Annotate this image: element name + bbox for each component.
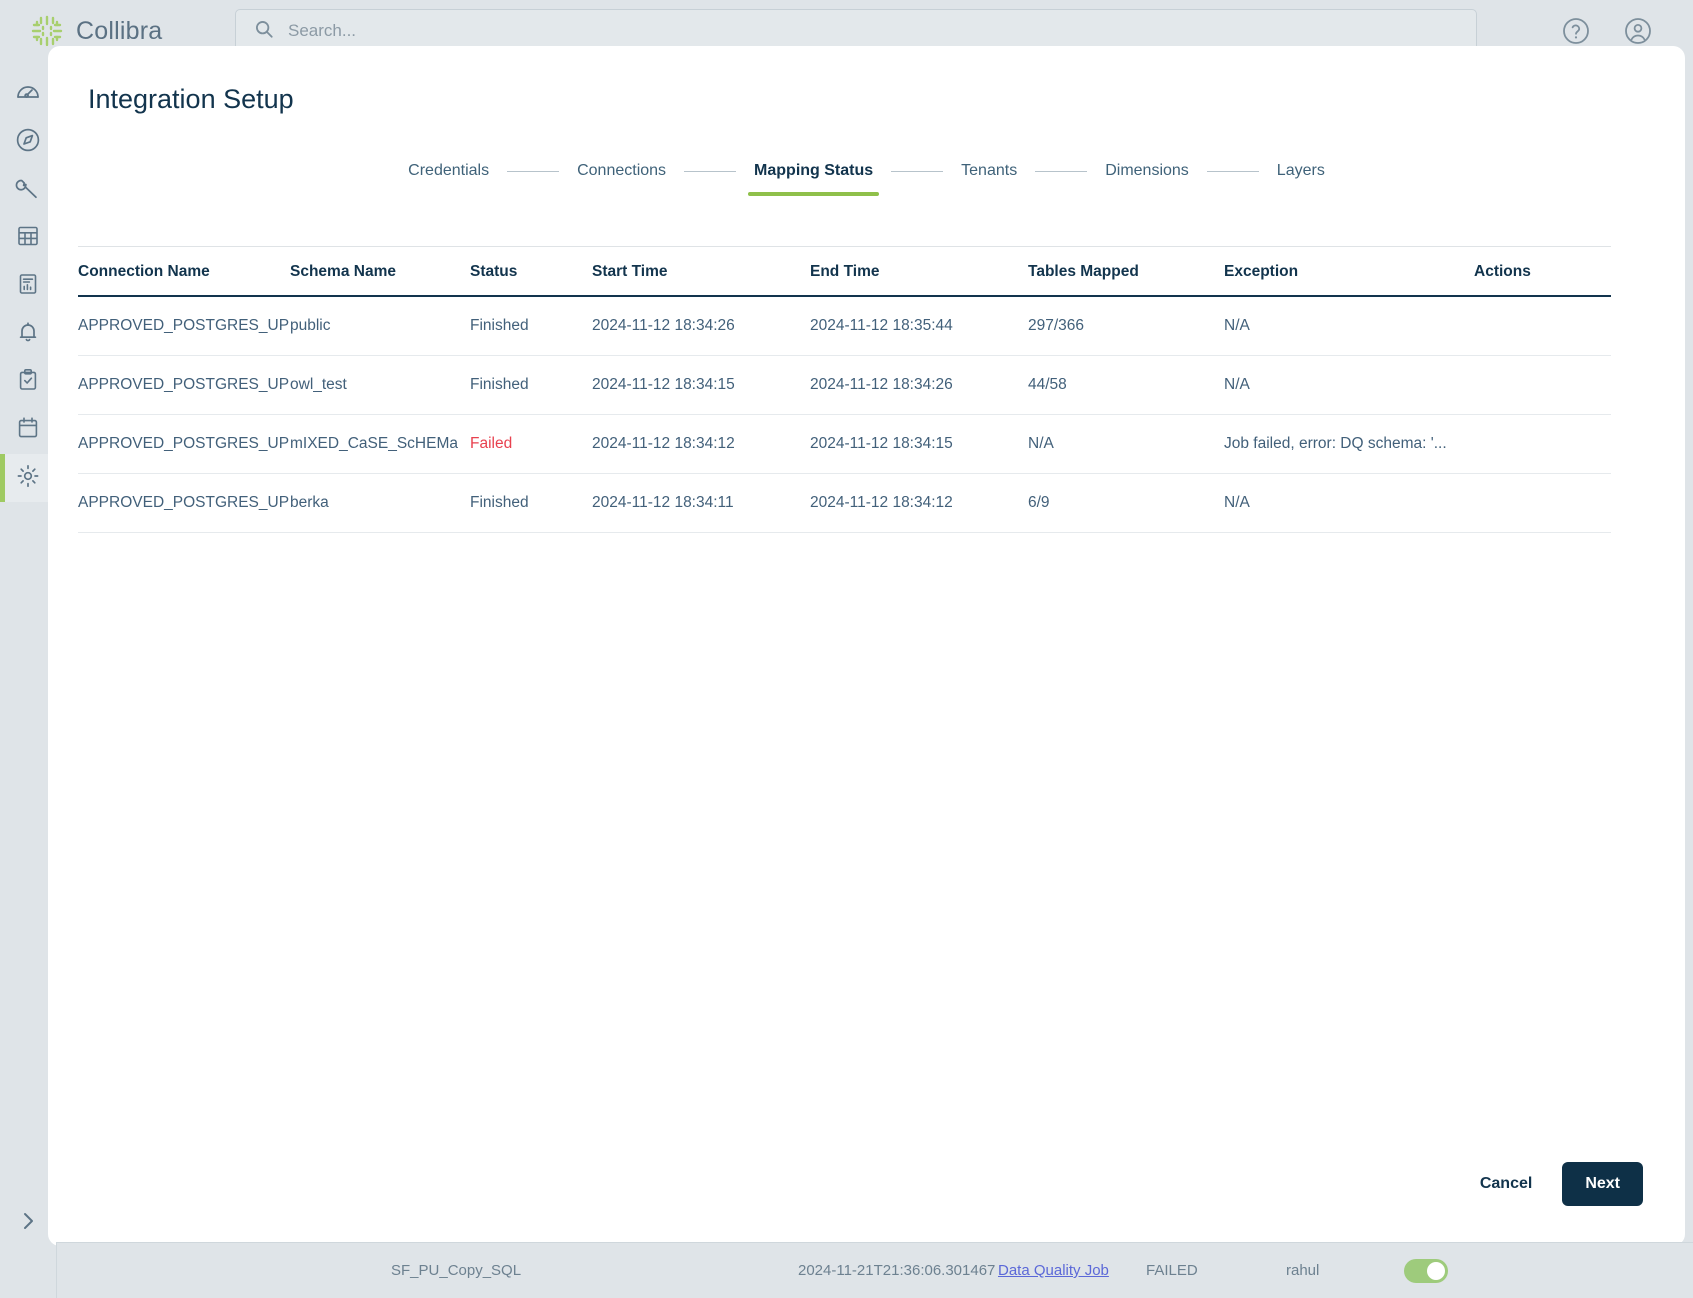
cell-end-time: 2024-11-12 18:34:26 xyxy=(810,356,1028,415)
grid-table-icon xyxy=(15,223,41,254)
wrench-icon xyxy=(15,175,41,206)
cell-start-time: 2024-11-12 18:34:26 xyxy=(592,296,810,356)
cell-status: Finished xyxy=(470,474,592,533)
clipboard-check-icon xyxy=(15,367,41,398)
table-body: APPROVED_POSTGRES_UP public Finished 202… xyxy=(78,296,1611,533)
col-exception[interactable]: Exception xyxy=(1224,247,1474,297)
cell-schema-name: berka xyxy=(290,474,470,533)
tab-credentials[interactable]: Credentials xyxy=(406,158,491,184)
tab-dimensions[interactable]: Dimensions xyxy=(1103,158,1191,184)
mapping-status-table: Connection Name Schema Name Status Start… xyxy=(78,246,1611,533)
cell-status: Failed xyxy=(470,415,592,474)
cell-end-time: 2024-11-12 18:34:15 xyxy=(810,415,1028,474)
col-actions: Actions xyxy=(1474,247,1611,297)
cell-exception: Job failed, error: DQ schema: '... xyxy=(1224,415,1474,474)
status-toggle[interactable] xyxy=(1404,1259,1448,1283)
cell-connection-name: APPROVED_POSTGRES_UP xyxy=(78,296,290,356)
step-navigation: Credentials Connections Mapping Status T… xyxy=(48,158,1685,184)
table-header-row: Connection Name Schema Name Status Start… xyxy=(78,247,1611,297)
cell-schema-name: public xyxy=(290,296,470,356)
status-badge: FAILED xyxy=(1146,1262,1198,1279)
next-button[interactable]: Next xyxy=(1562,1162,1643,1206)
status-job-link[interactable]: Data Quality Job xyxy=(998,1262,1109,1279)
tab-connections[interactable]: Connections xyxy=(575,158,668,184)
table-header: Connection Name Schema Name Status Start… xyxy=(78,247,1611,297)
cell-exception: N/A xyxy=(1224,356,1474,415)
cancel-button[interactable]: Cancel xyxy=(1480,1175,1532,1193)
cell-exception: N/A xyxy=(1224,296,1474,356)
bell-icon xyxy=(15,319,41,350)
cell-schema-name: owl_test xyxy=(290,356,470,415)
cell-tables-mapped: N/A xyxy=(1028,415,1224,474)
col-status[interactable]: Status xyxy=(470,247,592,297)
search-icon xyxy=(254,19,274,44)
table-row[interactable]: APPROVED_POSTGRES_UP berka Finished 2024… xyxy=(78,474,1611,533)
cell-start-time: 2024-11-12 18:34:15 xyxy=(592,356,810,415)
status-timestamp: 2024-11-21T21:36:06.301467 xyxy=(798,1262,995,1279)
col-tables-mapped[interactable]: Tables Mapped xyxy=(1028,247,1224,297)
cell-actions[interactable] xyxy=(1474,356,1611,415)
cell-actions[interactable] xyxy=(1474,296,1611,356)
page-title: Integration Setup xyxy=(88,84,294,115)
tab-mapping-status[interactable]: Mapping Status xyxy=(752,158,875,184)
step-connector xyxy=(684,171,736,172)
status-job-name: SF_PU_Copy_SQL xyxy=(391,1262,521,1279)
cell-connection-name: APPROVED_POSTGRES_UP xyxy=(78,474,290,533)
status-bar: SF_PU_Copy_SQL 2024-11-21T21:36:06.30146… xyxy=(56,1242,1693,1298)
status-bar-divider xyxy=(56,1243,57,1298)
step-connector xyxy=(507,171,559,172)
status-user: rahul xyxy=(1286,1262,1319,1279)
integration-setup-dialog: Integration Setup Credentials Connection… xyxy=(48,46,1685,1246)
col-connection-name[interactable]: Connection Name xyxy=(78,247,290,297)
dialog-actions: Cancel Next xyxy=(1480,1162,1643,1206)
cell-status: Finished xyxy=(470,296,592,356)
cell-tables-mapped: 44/58 xyxy=(1028,356,1224,415)
search-input[interactable]: Search... xyxy=(288,21,356,41)
tab-tenants[interactable]: Tenants xyxy=(959,158,1019,184)
col-end-time[interactable]: End Time xyxy=(810,247,1028,297)
cell-actions[interactable] xyxy=(1474,415,1611,474)
step-connector xyxy=(1035,171,1087,172)
col-schema-name[interactable]: Schema Name xyxy=(290,247,470,297)
cell-status: Finished xyxy=(470,356,592,415)
cell-exception: N/A xyxy=(1224,474,1474,533)
cell-start-time: 2024-11-12 18:34:12 xyxy=(592,415,810,474)
tab-layers[interactable]: Layers xyxy=(1275,158,1327,184)
cell-start-time: 2024-11-12 18:34:11 xyxy=(592,474,810,533)
cell-connection-name: APPROVED_POSTGRES_UP xyxy=(78,415,290,474)
table-row[interactable]: APPROVED_POSTGRES_UP owl_test Finished 2… xyxy=(78,356,1611,415)
user-account-icon[interactable] xyxy=(1623,16,1653,46)
table-row[interactable]: APPROVED_POSTGRES_UP mIXED_CaSE_ScHEMa F… xyxy=(78,415,1611,474)
cell-connection-name: APPROVED_POSTGRES_UP xyxy=(78,356,290,415)
chevron-right-icon xyxy=(16,1209,40,1238)
brand[interactable]: Collibra xyxy=(0,14,225,48)
cell-end-time: 2024-11-12 18:35:44 xyxy=(810,296,1028,356)
gear-icon xyxy=(15,463,41,494)
cell-schema-name: mIXED_CaSE_ScHEMa xyxy=(290,415,470,474)
cell-end-time: 2024-11-12 18:34:12 xyxy=(810,474,1028,533)
top-bar-actions xyxy=(1561,16,1693,46)
cell-tables-mapped: 297/366 xyxy=(1028,296,1224,356)
step-connector xyxy=(1207,171,1259,172)
page-scrollbar[interactable] xyxy=(1683,56,1691,1236)
brand-name: Collibra xyxy=(76,17,162,46)
mapping-status-table-wrapper: Connection Name Schema Name Status Start… xyxy=(78,246,1611,533)
step-connector xyxy=(891,171,943,172)
help-circle-icon[interactable] xyxy=(1561,16,1591,46)
col-start-time[interactable]: Start Time xyxy=(592,247,810,297)
compass-icon xyxy=(15,127,41,158)
collibra-logo-icon xyxy=(30,14,64,48)
report-icon xyxy=(15,271,41,302)
app-root: Collibra Search... xyxy=(0,0,1693,1298)
cell-tables-mapped: 6/9 xyxy=(1028,474,1224,533)
table-row[interactable]: APPROVED_POSTGRES_UP public Finished 202… xyxy=(78,296,1611,356)
calendar-icon xyxy=(15,415,41,446)
gauge-icon xyxy=(15,79,41,110)
cell-actions[interactable] xyxy=(1474,474,1611,533)
